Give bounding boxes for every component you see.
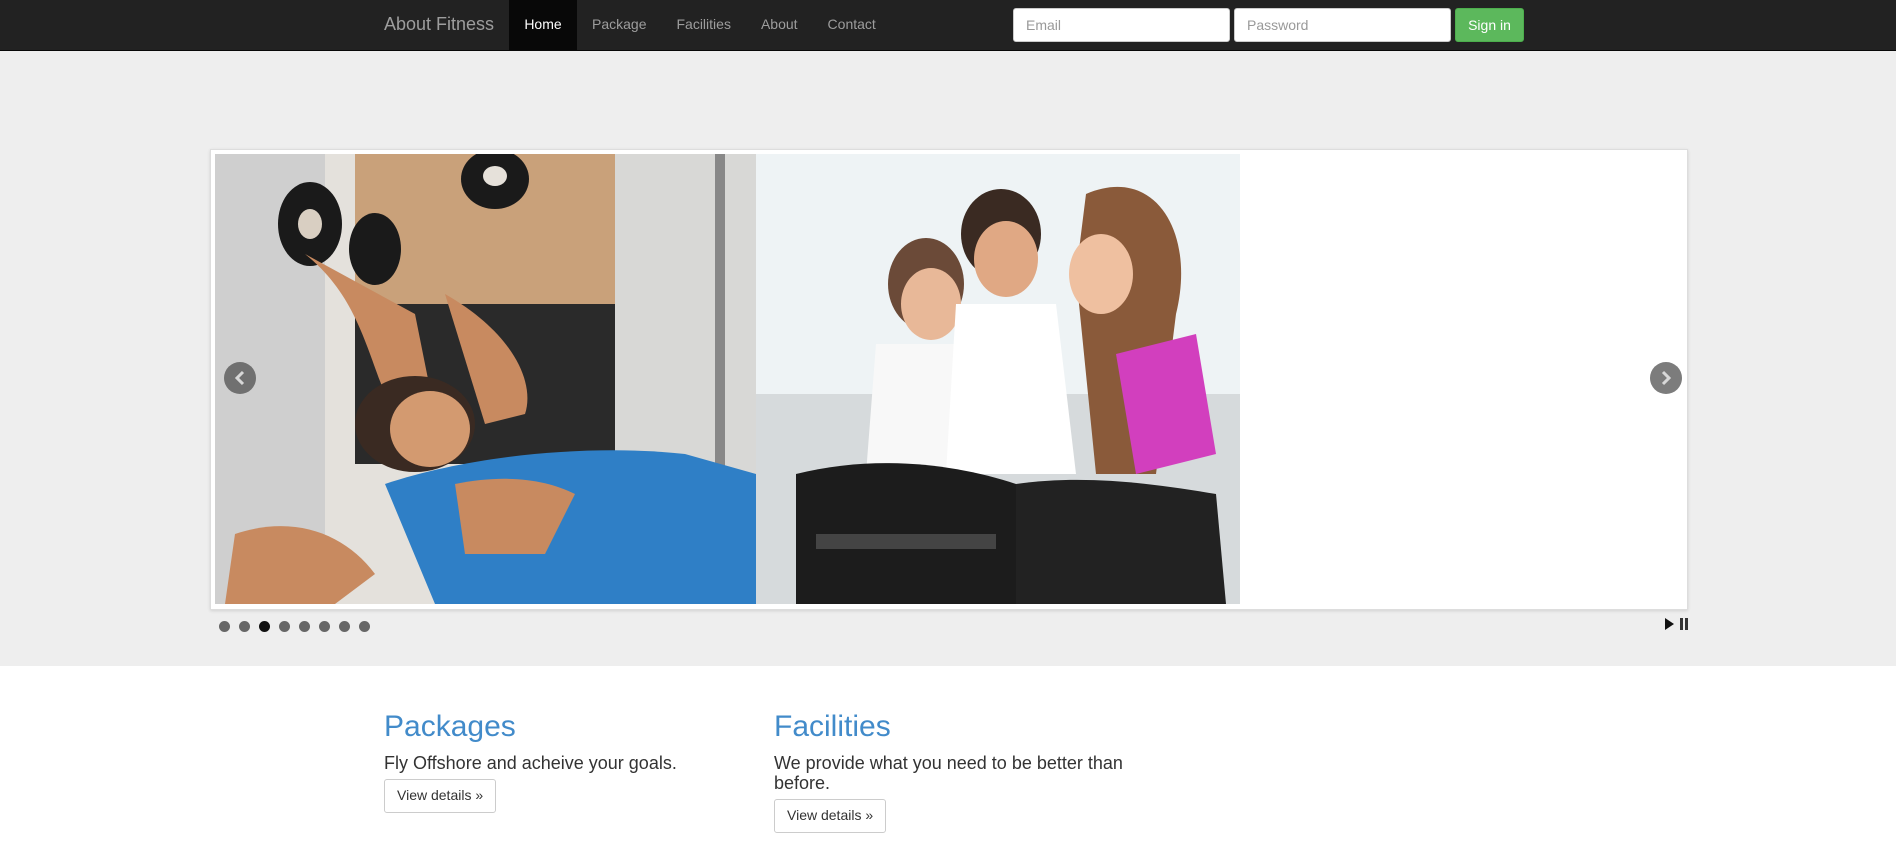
password-input[interactable]: [1234, 8, 1451, 42]
slider-bullet-current[interactable]: [259, 621, 270, 632]
slider-bullet[interactable]: [239, 621, 250, 632]
brand-link[interactable]: About Fitness: [384, 0, 494, 50]
facilities-view-details-button[interactable]: View details »: [774, 799, 887, 833]
slider-bullets: [219, 621, 370, 632]
image-slider: [210, 149, 1688, 610]
packages-text: Fly Offshore and acheive your goals.: [384, 753, 677, 773]
email-input[interactable]: [1013, 8, 1230, 42]
navbar: About Fitness Home Package Facilities Ab…: [0, 0, 1896, 51]
facilities-text: We provide what you need to be better th…: [774, 753, 1123, 793]
packages-heading: Packages: [384, 710, 516, 743]
slider-bullet[interactable]: [299, 621, 310, 632]
sign-in-button[interactable]: Sign in: [1455, 8, 1524, 42]
slider-bullet[interactable]: [339, 621, 350, 632]
play-icon[interactable]: [1664, 618, 1675, 630]
slide-image-bench-press: [215, 154, 756, 604]
packages-view-details-button[interactable]: View details »: [384, 779, 497, 813]
chevron-right-icon: [1661, 370, 1672, 386]
facilities-column: Facilities We provide what you need to b…: [774, 710, 1164, 833]
slider-bullet[interactable]: [359, 621, 370, 632]
nav-item-facilities[interactable]: Facilities: [661, 0, 745, 50]
slider-bullet[interactable]: [319, 621, 330, 632]
main-nav: Home Package Facilities About Contact: [509, 0, 891, 50]
hero-section: [0, 51, 1896, 666]
pause-icon[interactable]: [1679, 618, 1689, 630]
slide-image-spin-class: [756, 154, 1240, 604]
packages-column: Packages Fly Offshore and acheive your g…: [384, 710, 774, 813]
nav-item-package[interactable]: Package: [577, 0, 661, 50]
nav-item-home[interactable]: Home: [509, 0, 577, 50]
slider-prev-arrow[interactable]: [224, 362, 256, 394]
chevron-left-icon: [234, 370, 245, 386]
slider-bullet[interactable]: [279, 621, 290, 632]
facilities-heading: Facilities: [774, 710, 891, 743]
slider-next-arrow[interactable]: [1650, 362, 1682, 394]
slider-bullet[interactable]: [219, 621, 230, 632]
nav-item-about[interactable]: About: [746, 0, 813, 50]
nav-item-contact[interactable]: Contact: [813, 0, 891, 50]
